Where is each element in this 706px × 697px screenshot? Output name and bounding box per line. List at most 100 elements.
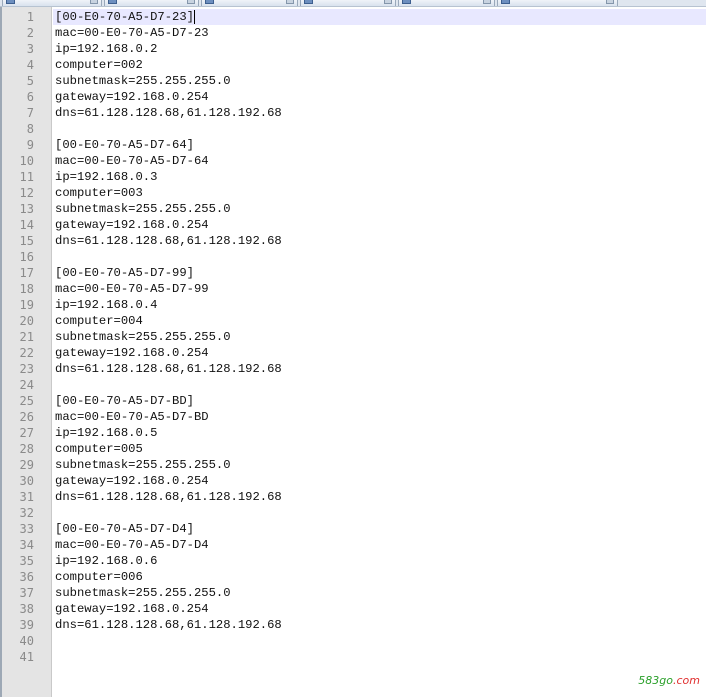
code-line[interactable]: subnetmask=255.255.255.0 [55,201,231,217]
close-tab-icon[interactable] [483,0,491,4]
code-line[interactable]: subnetmask=255.255.255.0 [55,457,231,473]
file-tab[interactable] [104,0,199,6]
code-line[interactable]: computer=005 [55,441,143,457]
line-number: 22 [19,346,34,360]
text-editor[interactable]: [00-E0-70-A5-D7-23] mac=00-E0-70-A5-D7-23… [53,7,706,697]
line-number: 5 [26,74,34,88]
line-number: 7 [26,106,34,120]
code-line[interactable]: dns=61.128.128.68,61.128.192.68 [55,489,282,505]
code-line[interactable]: subnetmask=255.255.255.0 [55,585,231,601]
file-tab[interactable] [2,0,102,6]
line-number: 23 [19,362,34,376]
close-tab-icon[interactable] [90,0,98,4]
close-tab-icon[interactable] [384,0,392,4]
file-icon [501,0,510,4]
line-number: 15 [19,234,34,248]
line-number: 14 [19,218,34,232]
code-line[interactable]: computer=003 [55,185,143,201]
code-line[interactable]: mac=00-E0-70-A5-D7-23 [55,25,209,41]
code-line[interactable]: dns=61.128.128.68,61.128.192.68 [55,361,282,377]
code-line[interactable]: computer=006 [55,569,143,585]
code-line[interactable]: ip=192.168.0.3 [55,169,157,185]
gutter-edge [0,7,2,697]
watermark-suffix: .com [673,674,700,687]
line-number: 19 [19,298,34,312]
code-line[interactable]: [00-E0-70-A5-D7-D4] [55,521,194,537]
line-number: 41 [19,650,34,664]
line-number: 4 [26,58,34,72]
line-number: 33 [19,522,34,536]
file-icon [304,0,313,4]
code-line[interactable]: gateway=192.168.0.254 [55,601,209,617]
code-line[interactable]: computer=004 [55,313,143,329]
close-tab-icon[interactable] [286,0,294,4]
line-number: 37 [19,586,34,600]
code-line[interactable]: gateway=192.168.0.254 [55,89,209,105]
close-tab-icon[interactable] [187,0,195,4]
watermark-prefix: 583go [638,674,673,687]
line-number: 28 [19,442,34,456]
file-tab[interactable] [497,0,618,6]
line-number: 24 [19,378,34,392]
file-tab[interactable] [398,0,495,6]
text-caret [194,10,196,24]
file-tab[interactable] [300,0,396,6]
line-number: 21 [19,330,34,344]
line-number: 8 [26,122,34,136]
line-number: 40 [19,634,34,648]
line-number: 39 [19,618,34,632]
code-line[interactable]: subnetmask=255.255.255.0 [55,329,231,345]
file-icon [402,0,411,4]
line-number: 34 [19,538,34,552]
code-line[interactable]: gateway=192.168.0.254 [55,217,209,233]
code-line[interactable]: [00-E0-70-A5-D7-BD] [55,393,194,409]
code-line[interactable]: mac=00-E0-70-A5-D7-BD [55,409,209,425]
line-number: 10 [19,154,34,168]
line-number: 25 [19,394,34,408]
line-number: 2 [26,26,34,40]
file-tab[interactable] [201,0,298,6]
file-icon [6,0,15,4]
code-line[interactable]: mac=00-E0-70-A5-D7-64 [55,153,209,169]
line-number: 35 [19,554,34,568]
line-number: 32 [19,506,34,520]
file-icon [205,0,214,4]
site-watermark: 583go.com [638,674,700,687]
line-number: 3 [26,42,34,56]
code-line[interactable]: gateway=192.168.0.254 [55,345,209,361]
line-number: 11 [19,170,34,184]
line-number: 20 [19,314,34,328]
line-number: 13 [19,202,34,216]
code-line[interactable]: ip=192.168.0.6 [55,553,157,569]
line-number: 18 [19,282,34,296]
code-line[interactable]: mac=00-E0-70-A5-D7-D4 [55,537,209,553]
file-icon [108,0,117,4]
code-line[interactable]: computer=002 [55,57,143,73]
code-line[interactable]: ip=192.168.0.2 [55,41,157,57]
code-line[interactable]: gateway=192.168.0.254 [55,473,209,489]
line-number: 30 [19,474,34,488]
code-line[interactable]: subnetmask=255.255.255.0 [55,73,231,89]
line-number: 29 [19,458,34,472]
tab-bar [0,0,706,7]
code-line[interactable]: [00-E0-70-A5-D7-64] [55,137,194,153]
close-tab-icon[interactable] [606,0,614,4]
line-number: 38 [19,602,34,616]
line-number: 27 [19,426,34,440]
code-line[interactable]: ip=192.168.0.5 [55,425,157,441]
code-line[interactable]: dns=61.128.128.68,61.128.192.68 [55,233,282,249]
code-line[interactable]: ip=192.168.0.4 [55,297,157,313]
line-number: 17 [19,266,34,280]
code-line[interactable]: [00-E0-70-A5-D7-99] [55,265,194,281]
line-number: 36 [19,570,34,584]
code-line[interactable]: dns=61.128.128.68,61.128.192.68 [55,617,282,633]
code-line[interactable]: dns=61.128.128.68,61.128.192.68 [55,105,282,121]
code-line[interactable]: mac=00-E0-70-A5-D7-99 [55,281,209,297]
code-line[interactable]: [00-E0-70-A5-D7-23] [55,9,194,25]
line-number: 26 [19,410,34,424]
line-number: 16 [19,250,34,264]
line-number: 12 [19,186,34,200]
line-number-gutter[interactable]: 1 2 3 4 5 6 7 8 9 10 11 12 13 14 15 16 17 18 19 20 21 22 23 24 2… [0,7,52,697]
line-number: 6 [26,90,34,104]
notepad-plus-window: 1 2 3 4 5 6 7 8 9 10 11 12 13 14 15 16 17 18 19 20 21 22 23 24 2… [0,0,706,697]
